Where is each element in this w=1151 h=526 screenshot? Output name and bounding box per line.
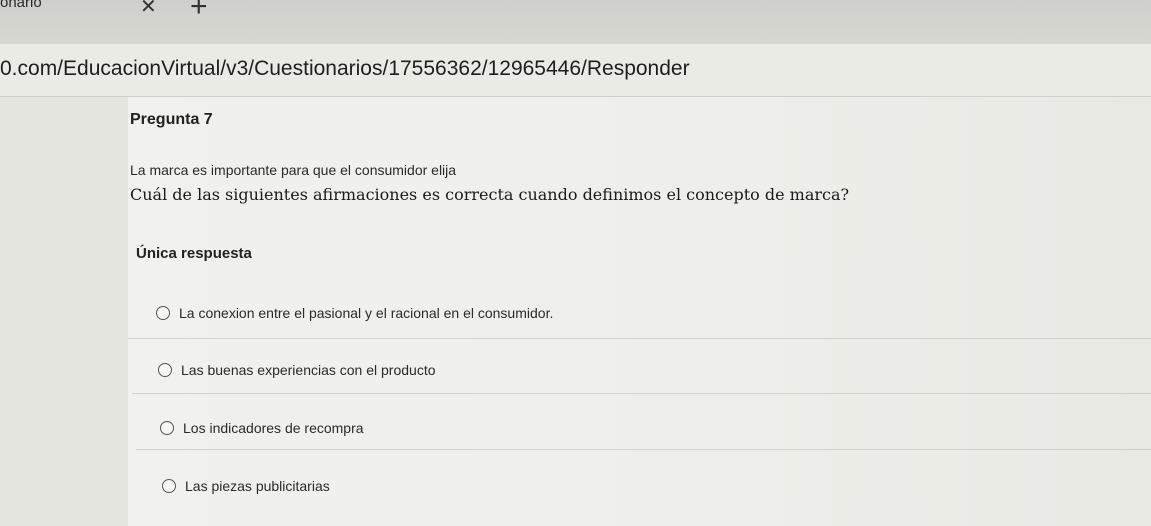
radio-unchecked-icon[interactable] [162, 479, 176, 493]
option-divider [132, 393, 1151, 394]
new-tab-plus-icon[interactable]: + [190, 0, 208, 24]
answer-option[interactable]: La conexion entre el pasional y el racio… [156, 298, 553, 328]
radio-unchecked-icon[interactable] [158, 363, 172, 377]
answer-option-label: Los indicadores de recompra [183, 420, 364, 436]
answer-option-label: La conexion entre el pasional y el racio… [179, 305, 554, 321]
answer-option[interactable]: Las piezas publicitarias [162, 471, 330, 501]
url-text[interactable]: 0.com/EducacionVirtual/v3/Cuestionarios/… [0, 57, 690, 81]
answer-option[interactable]: Las buenas experiencias con el producto [158, 355, 436, 385]
address-bar[interactable]: 0.com/EducacionVirtual/v3/Cuestionarios/… [0, 44, 1151, 97]
answer-option-label: Las buenas experiencias con el producto [181, 362, 436, 378]
radio-unchecked-icon[interactable] [156, 306, 170, 320]
question-panel: Pregunta 7 La marca es importante para q… [128, 97, 1151, 526]
radio-unchecked-icon[interactable] [160, 421, 174, 435]
question-text: Cuál de las siguientes afirmaciones es c… [130, 185, 850, 204]
page-content: Pregunta 7 La marca es importante para q… [0, 97, 1151, 526]
answer-option[interactable]: Los indicadores de recompra [160, 413, 364, 443]
answer-type-label: Única respuesta [136, 245, 252, 262]
option-divider [128, 338, 1151, 339]
question-number: Pregunta 7 [130, 111, 213, 128]
option-divider [136, 449, 1151, 450]
close-icon[interactable]: ✕ [140, 0, 157, 19]
browser-tab[interactable]: onario ✕ [0, 0, 170, 44]
browser-tab-bar: onario ✕ + [0, 0, 1151, 44]
tab-title: onario [0, 0, 42, 11]
answer-option-label: Las piezas publicitarias [185, 478, 330, 494]
question-intro: La marca es importante para que el consu… [130, 162, 457, 178]
